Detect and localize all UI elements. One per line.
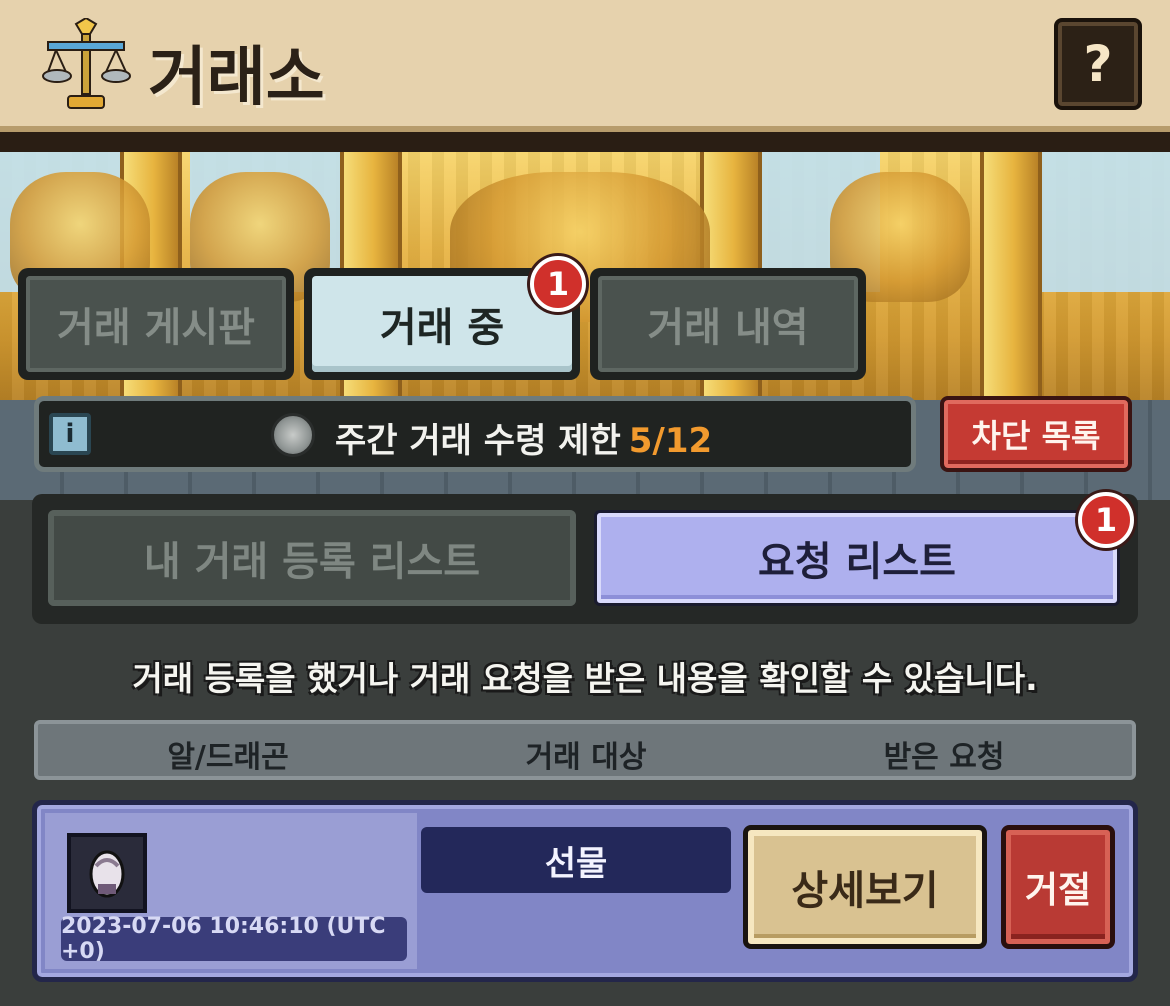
header-divider xyxy=(0,132,1170,152)
page-title: 거래소 xyxy=(148,41,325,115)
tab-label: 거래 게시판 xyxy=(26,276,286,372)
column-egg-dragon: 알/드래곤 xyxy=(167,740,289,775)
weekly-limit-value: 5/12 xyxy=(628,421,713,461)
view-details-button[interactable]: 상세보기 xyxy=(743,825,987,949)
trade-target-label: 선물 xyxy=(421,827,731,893)
column-received-request: 받은 요청 xyxy=(883,740,1005,775)
golden-pillar xyxy=(980,152,1042,400)
reject-button[interactable]: 거절 xyxy=(1001,825,1115,949)
subtab-request-list[interactable]: 요청 리스트 xyxy=(594,510,1120,606)
table-row: 2023-07-06 10:46:10 (UTC +0) 선물 상세보기 거절 xyxy=(32,800,1138,982)
block-list-button[interactable]: 차단 목록 xyxy=(940,396,1132,472)
column-trade-target: 거래 대상 xyxy=(525,740,647,775)
weekly-limit-label: 주간 거래 수령 제한 xyxy=(335,421,621,461)
subtab-panel: 내 거래 등록 리스트 요청 리스트 xyxy=(32,494,1138,624)
help-button[interactable]: ? xyxy=(1054,18,1142,110)
tab-trade-history[interactable]: 거래 내역 xyxy=(590,268,866,380)
tab-trade-board[interactable]: 거래 게시판 xyxy=(18,268,294,380)
table-header: 알/드래곤 거래 대상 받은 요청 xyxy=(34,720,1136,780)
header-bar: 거래소 ? xyxy=(0,0,1170,132)
balance-scale-icon xyxy=(42,18,131,109)
egg-dragon-icon xyxy=(67,833,147,913)
description-text: 거래 등록을 했거나 거래 요청을 받은 내용을 확인할 수 있습니다. xyxy=(132,659,1038,698)
weekly-limit-bar: i 주간 거래 수령 제한 5/12 xyxy=(34,396,916,472)
subtab-my-listings[interactable]: 내 거래 등록 리스트 xyxy=(48,510,576,606)
item-cell: 2023-07-06 10:46:10 (UTC +0) xyxy=(45,813,417,969)
info-icon[interactable]: i xyxy=(49,413,91,455)
silver-coin-icon xyxy=(271,413,315,457)
timestamp: 2023-07-06 10:46:10 (UTC +0) xyxy=(61,914,407,964)
weekly-limit-text: 주간 거래 수령 제한 5/12 xyxy=(335,413,712,462)
sky-window xyxy=(1040,152,1170,292)
notification-badge: 1 xyxy=(1078,492,1134,548)
notification-badge: 1 xyxy=(530,256,586,312)
tab-label: 거래 내역 xyxy=(598,276,858,372)
